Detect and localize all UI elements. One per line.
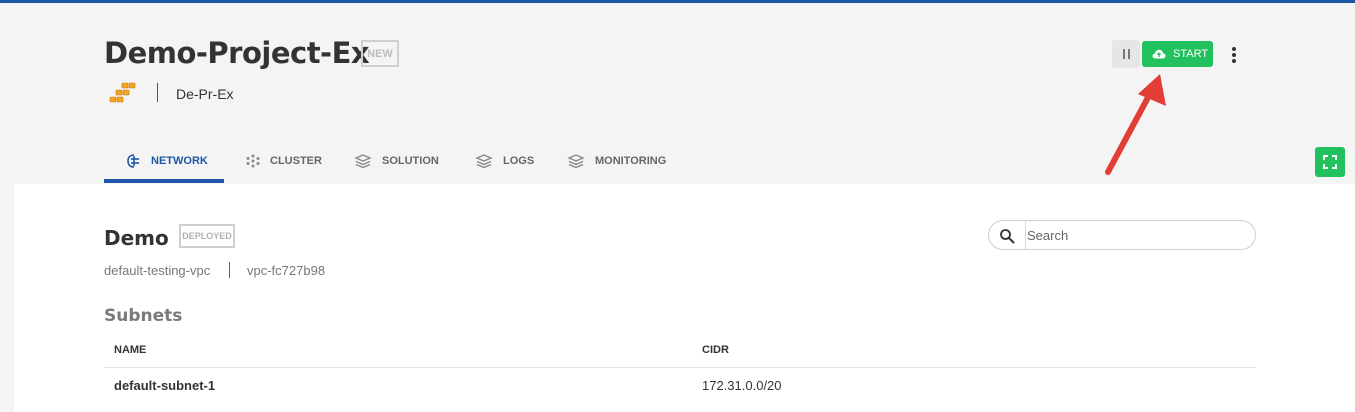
top-accent-bar (0, 0, 1355, 3)
annotation-arrow (1105, 74, 1166, 175)
vpc-divider (229, 262, 230, 278)
vpc-id: vpc-fc727b98 (247, 263, 326, 278)
table-header-divider (104, 367, 1256, 368)
tab-cluster-label: CLUSTER (270, 155, 322, 167)
search-icon (1000, 229, 1015, 244)
vpc-status-badge: DEPLOYED (179, 224, 235, 248)
tab-monitoring-label: MONITORING (595, 155, 667, 167)
column-header-cidr: CIDR (702, 344, 729, 356)
tab-network-label: NETWORK (151, 155, 208, 167)
tab-solution[interactable]: SOLUTION (354, 151, 439, 171)
network-panel (14, 184, 1355, 412)
tab-network[interactable]: NETWORK (125, 151, 208, 171)
subnet-cidr-cell: 172.31.0.0/20 (702, 378, 782, 393)
vpc-title: Demo (104, 226, 169, 250)
subnets-title: Subnets (104, 306, 183, 326)
tab-solution-label: SOLUTION (382, 155, 439, 167)
network-icon (127, 154, 139, 168)
fullscreen-icon (1323, 155, 1337, 169)
active-tab-indicator (104, 179, 224, 183)
fullscreen-button[interactable] (1315, 147, 1345, 177)
more-vertical-icon[interactable] (1226, 44, 1242, 66)
tab-logs[interactable]: LOGS (475, 151, 534, 171)
header-divider (157, 83, 158, 102)
vpc-name: default-testing-vpc (104, 263, 211, 278)
project-status-badge: NEW (361, 40, 399, 67)
project-short-name: De-Pr-Ex (176, 86, 234, 102)
aws-icon (109, 82, 136, 103)
pause-button[interactable] (1112, 40, 1140, 68)
cluster-icon (246, 154, 260, 168)
cloud-upload-icon (1152, 49, 1166, 59)
search-box[interactable] (988, 220, 1256, 250)
search-input[interactable] (1026, 221, 1244, 249)
tab-logs-label: LOGS (503, 155, 535, 167)
tab-cluster[interactable]: CLUSTER (246, 151, 322, 171)
solution-icon (354, 154, 372, 168)
monitoring-icon (567, 154, 585, 168)
start-button[interactable]: START (1142, 41, 1213, 67)
column-header-name: NAME (114, 344, 147, 356)
logs-icon (475, 154, 493, 168)
project-title: Demo-Project-Ex (104, 36, 370, 70)
tab-monitoring[interactable]: MONITORING (567, 151, 666, 171)
subnet-name-cell[interactable]: default-subnet-1 (114, 378, 215, 393)
start-button-label: START (1173, 48, 1209, 60)
pause-icon (1122, 49, 1125, 59)
